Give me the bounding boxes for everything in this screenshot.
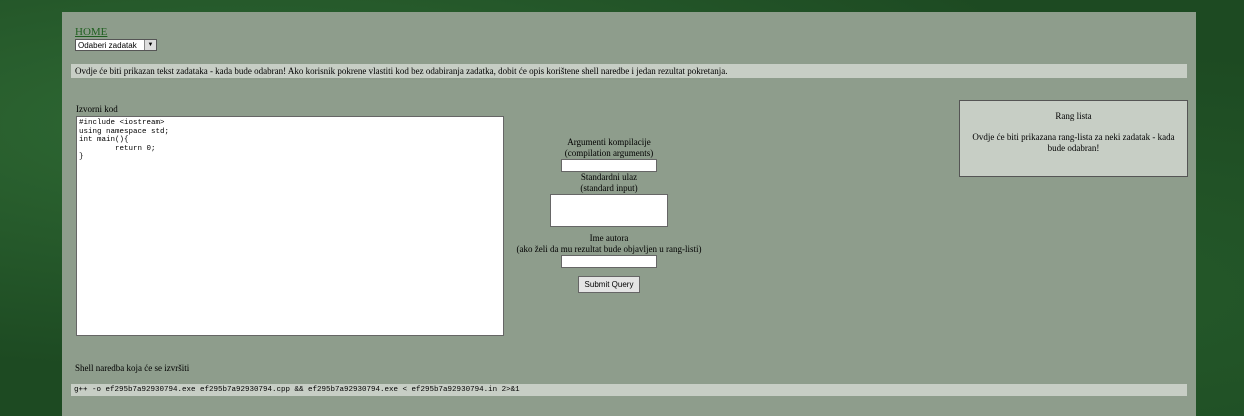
task-select-value: Odaberi zadatak (78, 41, 137, 50)
shell-command-label: Shell naredba koja će se izvršiti (75, 363, 190, 373)
ranking-text: Ovdje će biti prikazana rang-lista za ne… (972, 132, 1175, 153)
submit-button[interactable]: Submit Query (577, 276, 641, 293)
shell-command: g++ -o ef295b7a92930794.exe ef295b7a9293… (71, 384, 1187, 396)
task-description: Ovdje će biti prikazan tekst zadataka - … (71, 64, 1187, 78)
task-select[interactable]: Odaberi zadatak ▼ (75, 39, 157, 51)
compile-args-sublabel: (compilation arguments) (564, 148, 654, 158)
ranking-box: Rang lista Ovdje će biti prikazana rang-… (959, 100, 1188, 177)
source-code-label: Izvorni kod (76, 104, 118, 114)
author-input[interactable] (561, 255, 657, 268)
home-link[interactable]: HOME (75, 26, 107, 38)
compile-args-label: Argumenti kompilacije (567, 137, 651, 147)
author-label: Ime autora (589, 233, 629, 243)
ranking-title: Rang lista (1055, 111, 1092, 121)
run-form: Argumenti kompilacije (compilation argum… (494, 137, 724, 293)
stdin-sublabel: (standard input) (580, 183, 638, 193)
stdin-textarea[interactable] (550, 194, 668, 227)
main-panel: HOME Odaberi zadatak ▼ Ovdje će biti pri… (62, 12, 1196, 416)
chevron-down-icon[interactable]: ▼ (144, 40, 156, 50)
stdin-label: Standardni ulaz (580, 172, 638, 182)
compile-args-input[interactable] (561, 159, 657, 172)
author-sublabel: (ako želi da mu rezultat bude objavljen … (516, 244, 702, 254)
source-code-editor[interactable]: #include <iostream> using namespace std;… (76, 116, 504, 336)
